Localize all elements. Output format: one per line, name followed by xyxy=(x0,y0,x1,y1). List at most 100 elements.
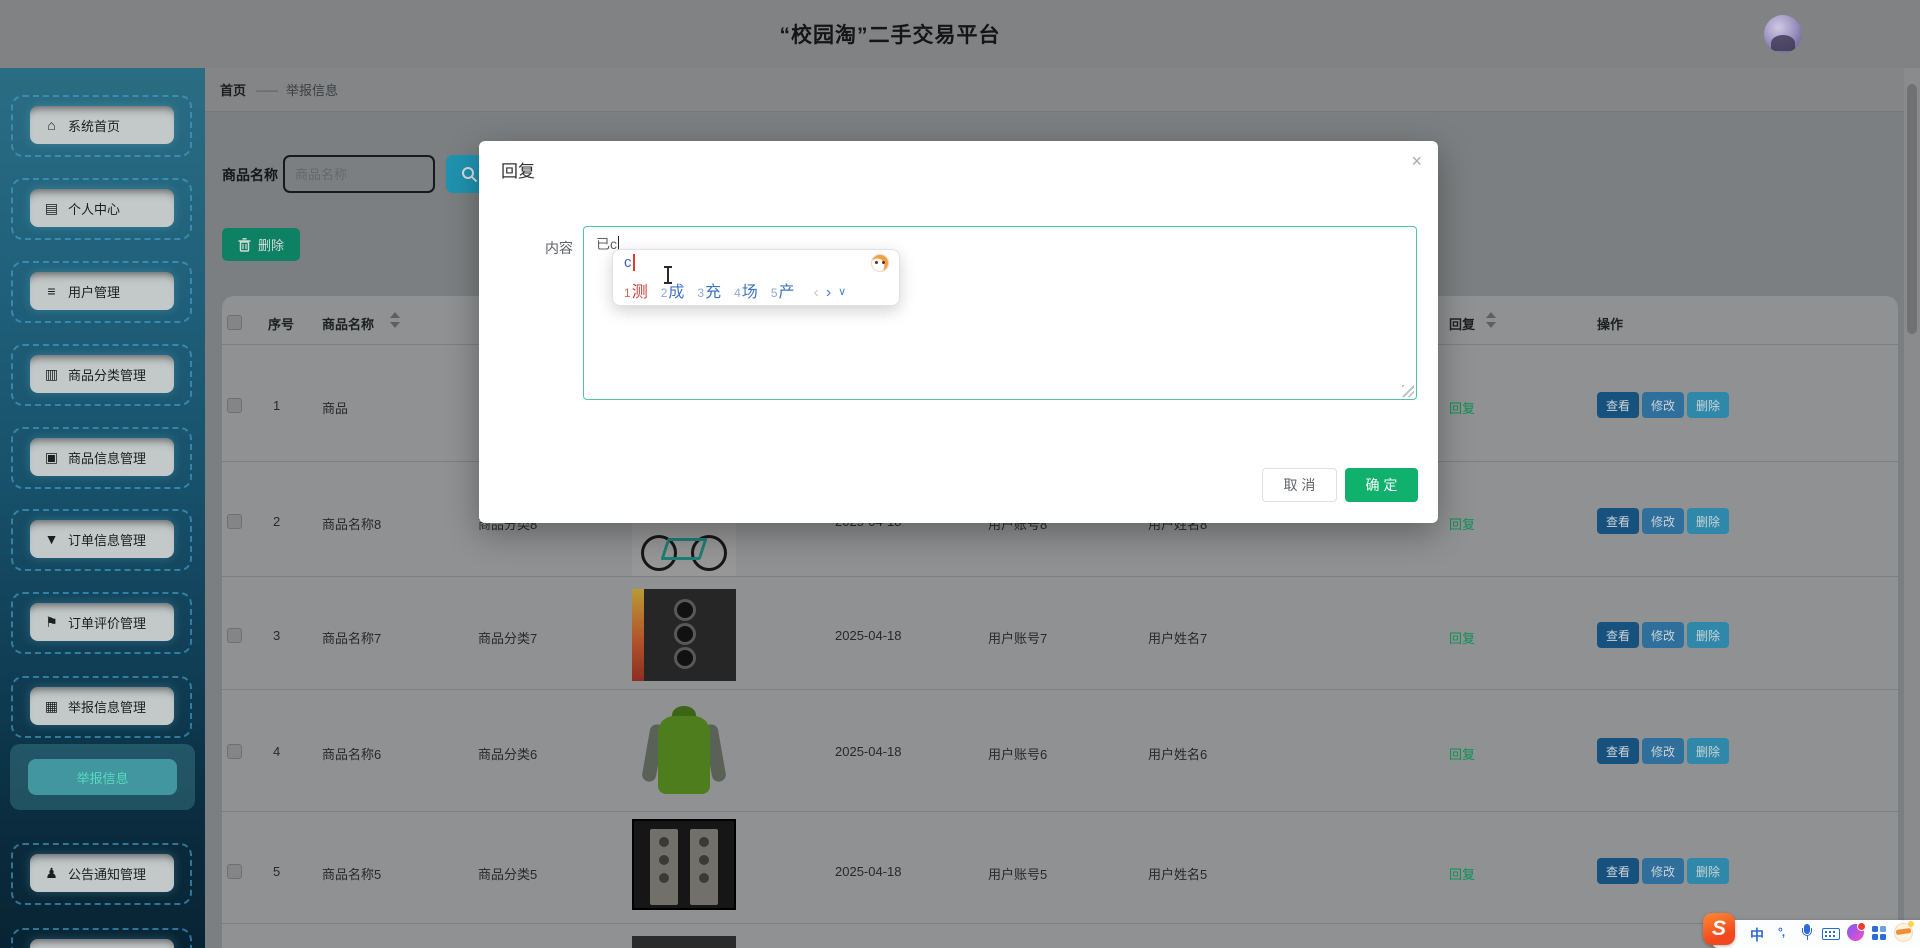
dialog-title: 回复 xyxy=(501,162,535,181)
skin-icon[interactable] xyxy=(1847,922,1866,941)
delete-button[interactable]: 删除 xyxy=(1687,858,1729,884)
category-icon: ▥ xyxy=(44,365,59,382)
edit-button[interactable]: 修改 xyxy=(1642,392,1684,418)
cell-account: 用户账号7 xyxy=(988,631,1048,646)
microphone-icon[interactable] xyxy=(1801,924,1813,942)
ime-prev-page-icon[interactable]: ‹ xyxy=(814,284,819,302)
sidebar-item-label: 订单信息管理 xyxy=(68,532,147,548)
row-checkbox[interactable] xyxy=(227,628,242,643)
ime-candidate[interactable]: 3充 xyxy=(697,278,734,302)
ime-next-page-icon[interactable]: › xyxy=(826,284,831,302)
sidebar-item-report-info-active[interactable]: 举报信息 xyxy=(28,759,177,795)
view-button[interactable]: 查看 xyxy=(1597,738,1639,764)
ime-candidate[interactable]: 4场 xyxy=(734,278,771,302)
sidebar: ⌂ 系统首页 ▤ 个人中心 ≡ 用户管理 ▥ 商品分类管理 ▣ 商品信息管理 ▼ 订单信息管… xyxy=(0,68,205,948)
ime-candidate-window: c 1测 2成 3充 4场 5产 ‹ › ∨ xyxy=(612,249,900,306)
sogou-mascot-icon[interactable] xyxy=(871,254,889,272)
sidebar-item-label: 订单评价管理 xyxy=(68,615,147,631)
close-icon[interactable]: × xyxy=(1411,151,1422,171)
scrollbar-thumb[interactable] xyxy=(1907,84,1917,334)
profile-icon: ▤ xyxy=(44,199,59,216)
cell-category: 商品分类6 xyxy=(478,747,538,762)
edit-button[interactable]: 修改 xyxy=(1642,622,1684,648)
view-button[interactable]: 查看 xyxy=(1597,858,1639,884)
divider xyxy=(222,689,1898,690)
edit-button[interactable]: 修改 xyxy=(1642,508,1684,534)
sidebar-item-notices[interactable]: ♟ 公告通知管理 xyxy=(11,843,192,905)
reply-link[interactable]: 回复 xyxy=(1449,864,1475,883)
toolbox-grid-icon[interactable] xyxy=(1872,926,1886,940)
sort-asc-icon[interactable] xyxy=(1486,312,1496,318)
view-button[interactable]: 查看 xyxy=(1597,508,1639,534)
ime-candidate[interactable]: 5产 xyxy=(771,278,808,302)
sidebar-item-label: 商品分类管理 xyxy=(68,367,147,383)
edit-button[interactable]: 修改 xyxy=(1642,858,1684,884)
sidebar-item-users[interactable]: ≡ 用户管理 xyxy=(11,261,192,323)
sidebar-item-profile[interactable]: ▤ 个人中心 xyxy=(11,178,192,240)
view-button[interactable]: 查看 xyxy=(1597,622,1639,648)
sogou-logo-icon[interactable]: S xyxy=(1703,913,1735,945)
cell-username: 用户姓名6 xyxy=(1148,747,1208,762)
breadcrumb-current: 举报信息 xyxy=(286,83,339,98)
product-image xyxy=(634,700,734,799)
sidebar-item-reviews[interactable]: ⚑ 订单评价管理 xyxy=(11,592,192,654)
cell-name: 商品名称8 xyxy=(322,517,382,532)
cell-name: 商品名称5 xyxy=(322,867,382,882)
ime-composing-text: c xyxy=(624,254,632,271)
cell-date: 2025-04-18 xyxy=(835,744,902,759)
cell-username: 用户姓名7 xyxy=(1148,631,1208,646)
ime-candidate[interactable]: 1测 xyxy=(624,278,661,302)
avatar[interactable] xyxy=(1764,15,1802,53)
delete-button[interactable]: 删除 xyxy=(1687,622,1729,648)
sort-asc-icon[interactable] xyxy=(390,312,400,318)
row-checkbox[interactable] xyxy=(227,398,242,413)
delete-button-label: 删除 xyxy=(257,238,284,253)
cell-name: 商品名称6 xyxy=(322,747,382,762)
users-icon: ≡ xyxy=(47,283,56,299)
sort-desc-icon[interactable] xyxy=(390,322,400,328)
reply-link[interactable]: 回复 xyxy=(1449,514,1475,533)
notice-icon: ♟ xyxy=(45,864,58,881)
divider xyxy=(222,576,1898,577)
sort-desc-icon[interactable] xyxy=(1486,322,1496,328)
sidebar-item-categories[interactable]: ▥ 商品分类管理 xyxy=(11,344,192,406)
select-all-checkbox[interactable] xyxy=(227,315,242,330)
ime-expand-icon[interactable]: ∨ xyxy=(838,285,846,298)
sidebar-item-reports[interactable]: ▦ 举报信息管理 xyxy=(11,676,192,738)
reply-link[interactable]: 回复 xyxy=(1449,628,1475,647)
delete-button[interactable]: 删除 xyxy=(1687,392,1729,418)
cell-index: 3 xyxy=(273,628,281,643)
emoji-icon[interactable] xyxy=(1894,921,1914,942)
cell-date: 2025-04-18 xyxy=(835,628,902,643)
home-icon: ⌂ xyxy=(47,117,56,133)
row-checkbox[interactable] xyxy=(227,864,242,879)
review-icon: ⚑ xyxy=(45,613,58,630)
view-button[interactable]: 查看 xyxy=(1597,392,1639,418)
delete-button[interactable]: 删除 xyxy=(1687,738,1729,764)
sidebar-submenu-zone: 举报信息 xyxy=(10,744,195,810)
sidebar-item-partial[interactable] xyxy=(11,928,192,948)
col-header-name[interactable]: 商品名称 xyxy=(322,314,374,333)
divider xyxy=(222,923,1898,924)
sidebar-item-home[interactable]: ⌂ 系统首页 xyxy=(11,95,192,157)
product-image xyxy=(632,589,736,681)
ime-punctuation-icon[interactable]: °, xyxy=(1778,925,1785,939)
edit-button[interactable]: 修改 xyxy=(1642,738,1684,764)
keyboard-icon[interactable] xyxy=(1822,928,1840,940)
delete-button[interactable]: 删除 xyxy=(1687,508,1729,534)
row-checkbox[interactable] xyxy=(227,744,242,759)
confirm-button[interactable]: 确 定 xyxy=(1345,468,1418,502)
reply-link[interactable]: 回复 xyxy=(1449,398,1475,417)
bulk-delete-button[interactable]: 删除 xyxy=(222,228,300,261)
sidebar-item-products[interactable]: ▣ 商品信息管理 xyxy=(11,427,192,489)
resize-handle-icon[interactable] xyxy=(1402,385,1414,397)
reply-link[interactable]: 回复 xyxy=(1449,744,1475,763)
cell-index: 5 xyxy=(273,864,281,879)
search-input[interactable] xyxy=(283,155,435,193)
col-header-reply[interactable]: 回复 xyxy=(1449,314,1475,333)
ime-mode-icon[interactable]: 中 xyxy=(1750,925,1764,945)
cancel-button[interactable]: 取 消 xyxy=(1262,468,1337,502)
sidebar-item-orders[interactable]: ▼ 订单信息管理 xyxy=(11,509,192,571)
row-checkbox[interactable] xyxy=(227,514,242,529)
breadcrumb-home[interactable]: 首页 xyxy=(220,80,246,99)
